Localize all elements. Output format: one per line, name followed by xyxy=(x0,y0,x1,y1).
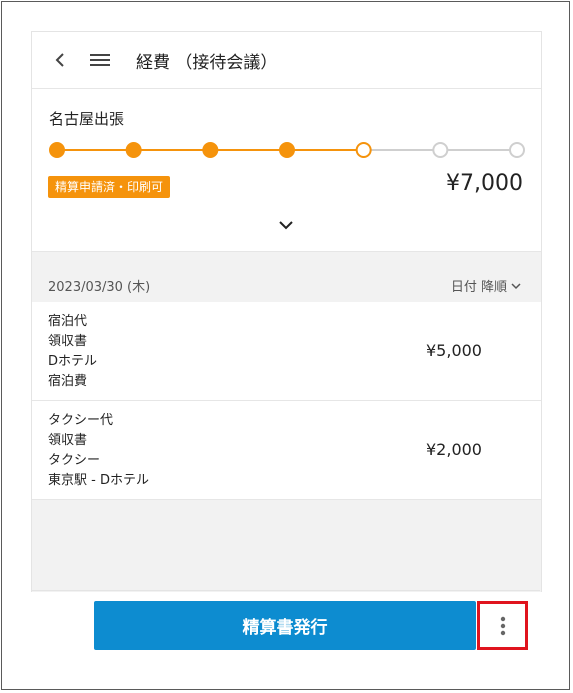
expense-note: 東京駅 - Dホテル xyxy=(48,473,149,488)
progress-step-current xyxy=(355,142,372,158)
sort-label: 日付 降順 xyxy=(450,280,507,295)
hamburger-menu-icon[interactable] xyxy=(89,51,111,69)
expense-details: タクシー代 領収書 タクシー 東京駅 - Dホテル xyxy=(48,411,149,491)
expense-receipt: 領収書 xyxy=(48,433,88,448)
progress-step-completed xyxy=(49,142,65,158)
empty-list-area xyxy=(32,500,541,592)
chevron-down-icon[interactable] xyxy=(277,218,295,232)
divider xyxy=(31,590,540,591)
expense-row[interactable]: タクシー代 領収書 タクシー 東京駅 - Dホテル ¥2,000 xyxy=(32,401,541,500)
expense-amount: ¥5,000 xyxy=(426,341,482,360)
expense-note: 宿泊費 xyxy=(48,374,88,389)
expense-row[interactable]: 宿泊代 領収書 Dホテル 宿泊費 ¥5,000 xyxy=(32,302,541,401)
status-badge: 精算申請済・印刷可 xyxy=(48,176,171,198)
date-label: 2023/03/30 (木) xyxy=(48,280,151,295)
expense-vendor: タクシー xyxy=(48,453,101,468)
chevron-left-icon[interactable] xyxy=(52,51,68,69)
progress-step-pending xyxy=(432,142,449,158)
expense-receipt: 領収書 xyxy=(48,334,88,349)
expense-type: 宿泊代 xyxy=(48,314,88,329)
progress-step-completed xyxy=(279,142,295,158)
progress-step-pending xyxy=(509,142,525,158)
total-amount: ¥7,000 xyxy=(446,171,523,196)
page-title: 経費 （接待会議） xyxy=(136,53,278,73)
more-options-button[interactable] xyxy=(477,601,528,650)
expense-vendor: Dホテル xyxy=(48,354,98,369)
expense-amount: ¥2,000 xyxy=(426,440,482,459)
date-section-header: 2023/03/30 (木) 日付 降順 xyxy=(32,251,541,304)
sort-dropdown[interactable]: 日付 降順 xyxy=(451,276,521,295)
chevron-down-icon xyxy=(511,282,521,289)
expense-panel: 経費 （接待会議） 名古屋出張 精算申請済・印刷可 ¥7,000 2023/03… xyxy=(31,31,542,592)
issue-statement-button[interactable]: 精算書発行 xyxy=(94,601,476,650)
progress-step-completed xyxy=(202,142,219,158)
trip-name: 名古屋出張 xyxy=(49,110,125,128)
app-header: 経費 （接待会議） xyxy=(32,32,541,89)
expense-details: 宿泊代 領収書 Dホテル 宿泊費 xyxy=(48,312,97,392)
progress-step-completed xyxy=(125,142,142,158)
expense-type: タクシー代 xyxy=(48,413,114,428)
approval-progress-track xyxy=(49,142,525,158)
more-vertical-icon xyxy=(500,616,505,635)
